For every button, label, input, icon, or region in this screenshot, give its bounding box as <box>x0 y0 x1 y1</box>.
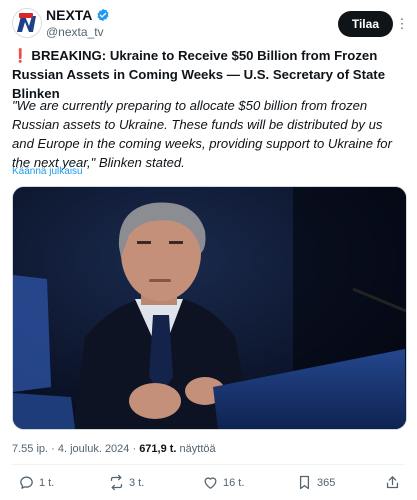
nexta-logo <box>13 9 41 37</box>
verified-badge-icon <box>97 8 109 22</box>
repost-icon <box>110 474 123 491</box>
tweet-quote: "We are currently preparing to allocate … <box>12 98 392 170</box>
repost-button[interactable]: 3 t. <box>108 474 144 491</box>
bookmark-button[interactable]: 365 <box>296 474 335 491</box>
reply-icon <box>20 476 33 489</box>
translate-link[interactable]: Käännä julkaisu <box>12 166 83 177</box>
like-count: 16 t. <box>223 476 245 489</box>
share-button[interactable] <box>384 474 401 491</box>
handle[interactable]: @nexta_tv <box>46 25 104 39</box>
like-icon <box>204 477 217 489</box>
avatar[interactable] <box>12 8 42 38</box>
views-count: 671,9 t. <box>139 443 177 455</box>
tweet-headline: ❗ BREAKING: Ukraine to Receive $50 Billio… <box>12 46 407 103</box>
views-label: näyttöä <box>176 443 216 455</box>
tweet-photo[interactable] <box>12 186 407 430</box>
follow-button[interactable]: Tilaa <box>337 11 393 37</box>
action-bar: 1 t. 3 t. 16 t. 365 <box>12 470 407 498</box>
more-icon[interactable]: ⋮ <box>395 15 409 33</box>
like-button[interactable]: 16 t. <box>202 474 244 491</box>
exclamation-icon: ❗ <box>12 48 29 63</box>
reply-count: 1 t. <box>39 476 55 489</box>
divider <box>12 464 405 465</box>
headline-text: BREAKING: Ukraine to Receive $50 Billion… <box>12 48 386 101</box>
display-name[interactable]: NEXTA <box>46 7 92 23</box>
bookmark-count: 365 <box>317 476 336 489</box>
bookmark-icon <box>299 475 310 490</box>
timestamp[interactable]: 7.55 ip. · 4. jouluk. 2024 · <box>12 443 139 455</box>
share-icon <box>386 476 399 489</box>
reply-button[interactable]: 1 t. <box>18 474 54 491</box>
blinken-photo <box>13 187 406 429</box>
repost-count: 3 t. <box>129 476 145 489</box>
tweet-meta: 7.55 ip. · 4. jouluk. 2024 · 671,9 t. nä… <box>12 443 216 455</box>
tweet-header: NEXTA @nexta_tv Tilaa ⋮ <box>12 6 409 40</box>
name-row: NEXTA <box>46 7 110 23</box>
